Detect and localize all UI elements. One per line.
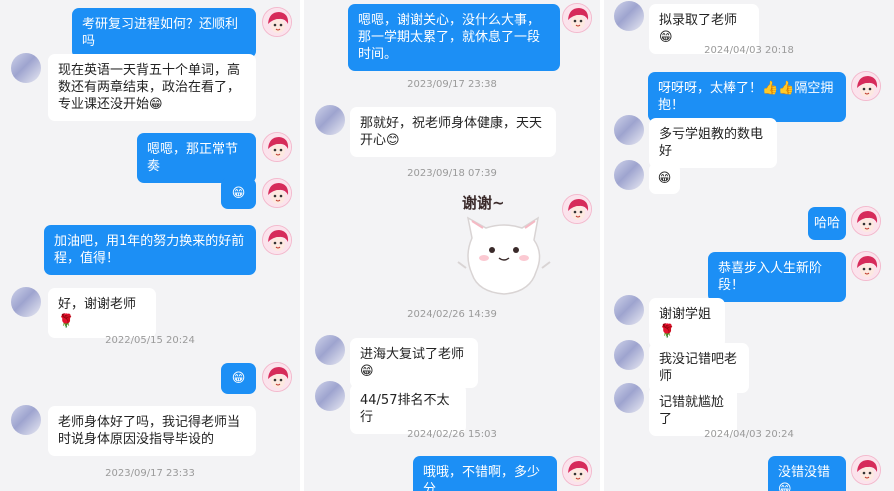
- message-bubble-outgoing[interactable]: 加油吧，用1年的努力换来的好前程，值得！: [44, 225, 256, 275]
- user-avatar[interactable]: [262, 225, 292, 255]
- user-avatar[interactable]: [851, 206, 881, 236]
- contact-avatar[interactable]: [614, 160, 644, 190]
- user-avatar[interactable]: [851, 71, 881, 101]
- avatar-cartoon-icon: [563, 457, 591, 485]
- message-bubble-outgoing[interactable]: 嗯嗯，那正常节奏: [137, 133, 256, 183]
- contact-avatar[interactable]: [614, 115, 644, 145]
- message-bubble-outgoing[interactable]: 恭喜步入人生新阶段！: [708, 252, 846, 302]
- message-bubble-outgoing[interactable]: 考研复习进程如何？还顺利吗: [72, 8, 256, 58]
- timestamp: 2024/04/03 20:18: [704, 45, 794, 56]
- contact-avatar[interactable]: [315, 335, 345, 365]
- avatar-cartoon-icon: [852, 72, 880, 100]
- message-bubble-incoming[interactable]: 进海大复试了老师😁: [350, 338, 478, 388]
- user-avatar[interactable]: [262, 132, 292, 162]
- timestamp: 2023/09/17 23:33: [105, 468, 195, 479]
- avatar-cartoon-icon: [563, 195, 591, 223]
- contact-avatar[interactable]: [11, 405, 41, 435]
- avatar-cartoon-icon: [263, 363, 291, 391]
- user-avatar[interactable]: [262, 362, 292, 392]
- user-avatar[interactable]: [562, 456, 592, 486]
- avatar-cartoon-icon: [263, 226, 291, 254]
- message-bubble-outgoing[interactable]: 哈哈: [808, 207, 846, 240]
- sticker-caption: 谢谢~: [462, 194, 505, 212]
- message-bubble-incoming[interactable]: 😁: [649, 163, 680, 194]
- avatar-cartoon-icon: [263, 8, 291, 36]
- message-bubble-outgoing[interactable]: 呀呀呀，太棒了！👍👍隔空拥抱！: [648, 72, 846, 122]
- message-bubble-outgoing[interactable]: 😁: [221, 363, 256, 394]
- message-bubble-incoming[interactable]: 多亏学姐教的数电好: [649, 118, 777, 168]
- message-bubble-outgoing[interactable]: 哦哦，不错啊，多少分: [413, 456, 557, 491]
- chat-panel-1[interactable]: 考研复习进程如何？还顺利吗 现在英语一天背五十个单词，高数还有两章结束，政治在看…: [0, 0, 300, 491]
- timestamp: 2024/04/03 20:24: [704, 429, 794, 440]
- contact-avatar[interactable]: [614, 1, 644, 31]
- timestamp: 2023/09/18 07:39: [407, 168, 497, 179]
- user-avatar[interactable]: [262, 7, 292, 37]
- avatar-cartoon-icon: [852, 456, 880, 484]
- screenshot-collage: 考研复习进程如何？还顺利吗 现在英语一天背五十个单词，高数还有两章结束，政治在看…: [0, 0, 894, 491]
- timestamp: 2022/05/15 20:24: [105, 335, 195, 346]
- message-bubble-outgoing[interactable]: 😁: [221, 178, 256, 209]
- message-bubble-incoming[interactable]: 好，谢谢老师🌹: [48, 288, 156, 338]
- message-bubble-incoming[interactable]: 老师身体好了吗，我记得老师当时说身体原因没指导毕设的: [48, 406, 256, 456]
- user-avatar[interactable]: [262, 178, 292, 208]
- contact-avatar[interactable]: [614, 340, 644, 370]
- user-avatar[interactable]: [562, 194, 592, 224]
- user-avatar[interactable]: [562, 3, 592, 33]
- avatar-cartoon-icon: [852, 207, 880, 235]
- sticker-image[interactable]: 谢谢~: [454, 188, 554, 300]
- chat-panel-3[interactable]: 拟录取了老师😁 2024/04/03 20:18 呀呀呀，太棒了！👍👍隔空拥抱！…: [604, 0, 894, 491]
- chat-panel-2[interactable]: 嗯嗯，谢谢关心，没什么大事，那一学期太累了，就休息了一段时间。 2023/09/…: [304, 0, 600, 491]
- contact-avatar[interactable]: [614, 383, 644, 413]
- message-bubble-outgoing[interactable]: 没错没错😁: [768, 456, 846, 491]
- contact-avatar[interactable]: [315, 381, 345, 411]
- contact-avatar[interactable]: [11, 53, 41, 83]
- user-avatar[interactable]: [851, 455, 881, 485]
- message-bubble-incoming[interactable]: 现在英语一天背五十个单词，高数还有两章结束，政治在看了，专业课还没开始😁: [48, 54, 256, 121]
- user-avatar[interactable]: [851, 251, 881, 281]
- contact-avatar[interactable]: [11, 287, 41, 317]
- timestamp: 2024/02/26 15:03: [407, 429, 497, 440]
- contact-avatar[interactable]: [315, 105, 345, 135]
- message-bubble-incoming[interactable]: 44/57排名不太行: [350, 384, 466, 434]
- avatar-cartoon-icon: [263, 133, 291, 161]
- avatar-cartoon-icon: [563, 4, 591, 32]
- message-bubble-incoming[interactable]: 那就好，祝老师身体健康，天天开心😊: [350, 107, 556, 157]
- message-bubble-outgoing[interactable]: 嗯嗯，谢谢关心，没什么大事，那一学期太累了，就休息了一段时间。: [348, 4, 560, 71]
- contact-avatar[interactable]: [614, 295, 644, 325]
- timestamp: 2023/09/17 23:38: [407, 79, 497, 90]
- avatar-cartoon-icon: [263, 179, 291, 207]
- avatar-cartoon-icon: [852, 252, 880, 280]
- timestamp: 2024/02/26 14:39: [407, 309, 497, 320]
- message-bubble-incoming[interactable]: 谢谢学姐🌹: [649, 298, 725, 348]
